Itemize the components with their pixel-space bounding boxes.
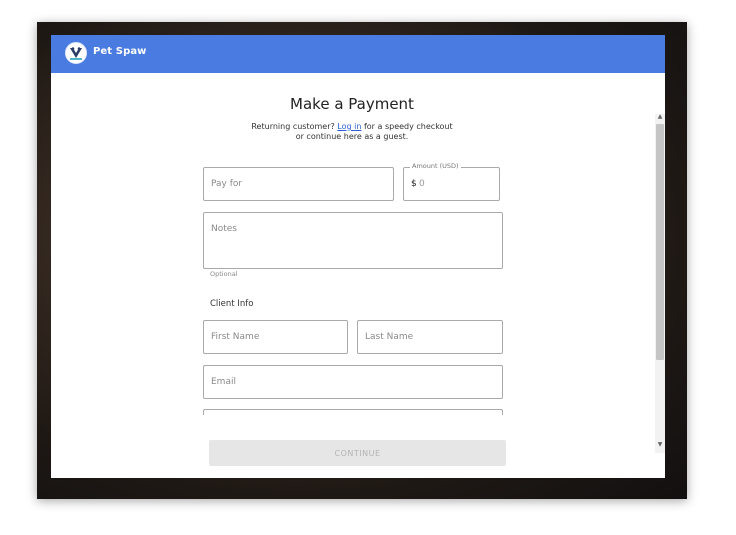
email-placeholder: Email	[211, 377, 236, 387]
modal-content: Make a Payment Returning customer? Log i…	[51, 73, 665, 478]
last-name-input[interactable]: Last Name	[357, 320, 503, 354]
last-name-placeholder: Last Name	[365, 332, 414, 342]
pay-for-input[interactable]: Pay for	[203, 167, 394, 201]
email-input[interactable]: Email	[203, 365, 503, 399]
amount-input[interactable]: Amount (USD) $ 0	[403, 162, 500, 201]
payment-modal: Pet Spaw Make a Payment Returning custom…	[51, 35, 665, 478]
login-link[interactable]: Log in	[337, 122, 361, 131]
notes-placeholder: Notes	[211, 224, 237, 234]
notes-textarea[interactable]: Notes	[203, 212, 503, 269]
amount-placeholder: 0	[419, 179, 425, 189]
first-name-input[interactable]: First Name	[203, 320, 348, 354]
currency-symbol: $	[411, 179, 417, 189]
subtitle-line2: or continue here as a guest.	[295, 132, 409, 141]
scrollbar-thumb[interactable]	[656, 124, 664, 360]
notes-hint: Optional	[210, 270, 238, 278]
subtitle-suffix: for a speedy checkout	[363, 122, 453, 131]
page-subtitle: Returning customer? Log in for a speedy …	[51, 122, 653, 142]
subtitle-prefix: Returning customer?	[251, 122, 335, 131]
continue-button[interactable]: CONTINUE	[209, 440, 506, 466]
first-name-placeholder: First Name	[211, 332, 260, 342]
brand-name: Pet Spaw	[93, 46, 147, 57]
pay-for-placeholder: Pay for	[211, 179, 243, 189]
chevron-up-icon[interactable]: ▲	[655, 113, 665, 121]
page-title: Make a Payment	[290, 95, 414, 113]
client-info-heading: Client Info	[210, 299, 254, 309]
modal-header: Pet Spaw	[51, 35, 665, 73]
chevron-down-icon[interactable]: ▼	[655, 441, 665, 449]
amount-legend: Amount (USD)	[410, 162, 461, 170]
pet-spaw-logo-icon	[65, 42, 87, 64]
